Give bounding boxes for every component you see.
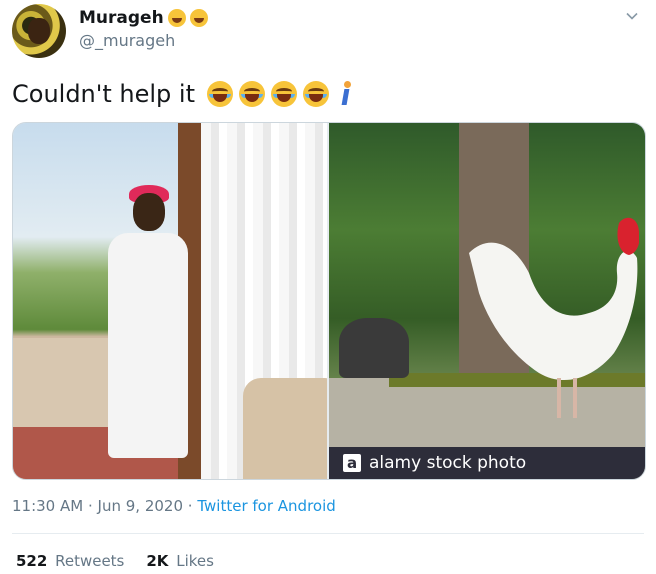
face-savoring-food-icon bbox=[167, 9, 186, 27]
media-grid: a alamy stock photo bbox=[12, 122, 646, 480]
tweet-metadata: 11:30 AM · Jun 9, 2020 · Twitter for And… bbox=[12, 497, 336, 515]
person-walking-icon bbox=[339, 81, 353, 107]
author-handle[interactable]: @_murageh bbox=[79, 31, 175, 50]
photo-white-rooster[interactable]: a alamy stock photo bbox=[329, 123, 645, 479]
retweets-count: 522 bbox=[16, 552, 48, 570]
tweet-text-content: Couldn't help it bbox=[12, 80, 195, 108]
retweets-label: Retweets bbox=[55, 552, 125, 570]
likes-count: 2K bbox=[146, 552, 169, 570]
tweet-date[interactable]: Jun 9, 2020 bbox=[98, 497, 183, 515]
stock-photo-watermark: a alamy stock photo bbox=[329, 447, 645, 479]
retweets-stat[interactable]: 522 Retweets bbox=[16, 552, 124, 570]
watermark-text: alamy stock photo bbox=[369, 453, 527, 473]
avatar[interactable] bbox=[12, 4, 66, 58]
face-with-tears-of-joy-icon bbox=[207, 81, 233, 107]
author-name-text: Murageh bbox=[79, 8, 164, 28]
chevron-down-icon[interactable] bbox=[626, 10, 638, 22]
likes-stat[interactable]: 2K Likes bbox=[146, 552, 214, 570]
tweet-text: Couldn't help it bbox=[12, 80, 353, 108]
face-with-tears-of-joy-icon bbox=[239, 81, 265, 107]
face-with-tears-of-joy-icon bbox=[271, 81, 297, 107]
tweet-time[interactable]: 11:30 AM bbox=[12, 497, 83, 515]
photo-man-in-white[interactable] bbox=[13, 123, 327, 479]
likes-label: Likes bbox=[176, 552, 214, 570]
author-name[interactable]: Murageh bbox=[79, 8, 208, 28]
divider bbox=[12, 533, 644, 534]
tweet-stats: 522 Retweets 2K Likes bbox=[16, 552, 214, 570]
rooster-illustration bbox=[469, 217, 639, 418]
meta-separator: · bbox=[187, 497, 193, 515]
face-with-tears-of-joy-icon bbox=[303, 81, 329, 107]
grinning-face-icon bbox=[189, 9, 208, 27]
meta-separator: · bbox=[87, 497, 93, 515]
tweet-source-link[interactable]: Twitter for Android bbox=[197, 497, 335, 515]
alamy-logo: a bbox=[343, 454, 361, 472]
